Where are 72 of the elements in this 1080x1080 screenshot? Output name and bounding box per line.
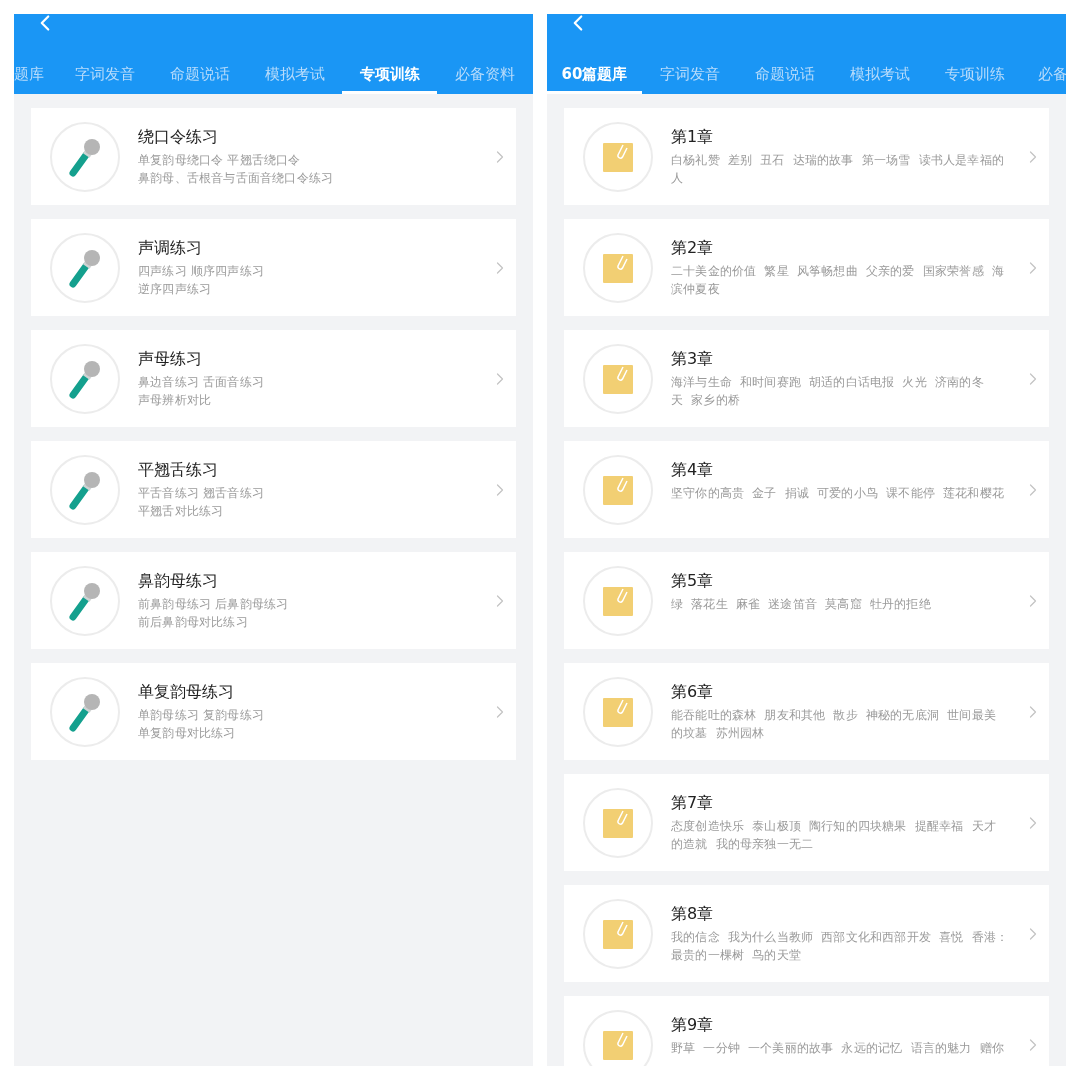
item-description: 海洋与生命 和时间赛跑 胡适的白话电报 火光 济南的冬 bbox=[671, 374, 985, 391]
item-description: 前鼻韵母练习 后鼻韵母练习 bbox=[138, 596, 290, 613]
item-title: 平翘舌练习 bbox=[138, 459, 219, 481]
item-description: 的坟墓 苏州园林 bbox=[671, 725, 766, 742]
item-title: 第4章 bbox=[671, 459, 715, 481]
list-card[interactable]: 第8章 我的信念 我为什么当教师 西部文化和西部开发 喜悦 香港： 最贵的一棵树 鸟的天堂 bbox=[564, 885, 1049, 982]
microphone-icon bbox=[68, 136, 102, 177]
item-description: 的造就 我的母亲独一无二 bbox=[671, 836, 815, 853]
item-description: 最贵的一棵树 鸟的天堂 bbox=[671, 947, 803, 964]
microphone-icon bbox=[68, 580, 102, 621]
item-description: 白杨礼赞 差别 丑石 达瑞的故事 第一场雪 读书人是幸福的 bbox=[671, 152, 1005, 169]
note-with-clip-icon bbox=[603, 918, 633, 949]
microphone-icon bbox=[68, 691, 102, 732]
microphone-icon bbox=[68, 358, 102, 399]
item-title: 鼻韵母练习 bbox=[138, 570, 219, 592]
list-card[interactable]: 平翘舌练习 平舌音练习 翘舌音练习 平翘舌对比练习 bbox=[31, 441, 516, 538]
item-description: 二十美金的价值 繁星 风筝畅想曲 父亲的爱 国家荣誉感 海 bbox=[671, 263, 1005, 280]
list-card[interactable]: 第6章 能吞能吐的森林 朋友和其他 散步 神秘的无底洞 世间最美 的坟墓 苏州园林 bbox=[564, 663, 1049, 760]
item-title: 单复韵母练习 bbox=[138, 681, 235, 703]
note-with-clip-icon bbox=[603, 252, 633, 283]
item-description: 鼻边音练习 舌面音练习 bbox=[138, 374, 265, 391]
item-description: 野草 一分钟 一个美丽的故事 永远的记忆 语言的魅力 赠你 bbox=[671, 1040, 1005, 1057]
list-card[interactable]: 第1章 白杨礼赞 差别 丑石 达瑞的故事 第一场雪 读书人是幸福的 人 bbox=[564, 108, 1049, 205]
item-description: 绿 落花生 麻雀 迷途笛音 莫高窟 牡丹的拒绝 bbox=[671, 596, 932, 613]
item-description: 天 家乡的桥 bbox=[671, 392, 742, 409]
item-description: 单韵母练习 复韵母练习 bbox=[138, 707, 265, 724]
list-card[interactable]: 第3章 海洋与生命 和时间赛跑 胡适的白话电报 火光 济南的冬 天 家乡的桥 bbox=[564, 330, 1049, 427]
list-card[interactable]: 绕口令练习 单复韵母绕口令 平翘舌绕口令 鼻韵母、舌根音与舌面音绕口令练习 bbox=[31, 108, 516, 205]
item-title: 第6章 bbox=[671, 681, 715, 703]
item-description: 坚守你的高贵 金子 捐诚 可爱的小鸟 课不能停 莲花和樱花 bbox=[671, 485, 1005, 502]
microphone-icon bbox=[68, 247, 102, 288]
item-description: 前后鼻韵母对比练习 bbox=[138, 614, 249, 631]
item-title: 声母练习 bbox=[138, 348, 203, 370]
list-card[interactable]: 第9章 野草 一分钟 一个美丽的故事 永远的记忆 语言的魅力 赠你 bbox=[564, 996, 1049, 1066]
item-title: 第5章 bbox=[671, 570, 715, 592]
item-description: 声母辨析对比 bbox=[138, 392, 213, 409]
list-card[interactable]: 第7章 态度创造快乐 泰山极顶 陶行知的四块糖果 提醒幸福 天才 的造就 我的母亲独一无二 bbox=[564, 774, 1049, 871]
item-description: 态度创造快乐 泰山极顶 陶行知的四块糖果 提醒幸福 天才 bbox=[671, 818, 997, 835]
item-title: 第1章 bbox=[671, 126, 715, 148]
item-title: 第7章 bbox=[671, 792, 715, 814]
item-description: 单复韵母绕口令 平翘舌绕口令 bbox=[138, 152, 302, 169]
list-card[interactable]: 声母练习 鼻边音练习 舌面音练习 声母辨析对比 bbox=[31, 330, 516, 427]
item-title: 第8章 bbox=[671, 903, 715, 925]
item-description: 滨仲夏夜 bbox=[671, 281, 721, 298]
note-with-clip-icon bbox=[603, 363, 633, 394]
list-card[interactable]: 第4章 坚守你的高贵 金子 捐诚 可爱的小鸟 课不能停 莲花和樱花 bbox=[564, 441, 1049, 538]
item-description: 四声练习 顺序四声练习 bbox=[138, 263, 265, 280]
note-with-clip-icon bbox=[603, 807, 633, 838]
item-description: 能吞能吐的森林 朋友和其他 散步 神秘的无底洞 世间最美 bbox=[671, 707, 997, 724]
item-description: 我的信念 我为什么当教师 西部文化和西部开发 喜悦 香港： bbox=[671, 929, 1010, 946]
item-description: 逆序四声练习 bbox=[138, 281, 213, 298]
item-title: 绕口令练习 bbox=[138, 126, 219, 148]
list-card[interactable]: 单复韵母练习 单韵母练习 复韵母练习 单复韵母对比练习 bbox=[31, 663, 516, 760]
item-description: 人 bbox=[671, 170, 685, 187]
item-title: 第2章 bbox=[671, 237, 715, 259]
note-with-clip-icon bbox=[603, 1029, 633, 1060]
list-card[interactable]: 鼻韵母练习 前鼻韵母练习 后鼻韵母练习 前后鼻韵母对比练习 bbox=[31, 552, 516, 649]
item-title: 第3章 bbox=[671, 348, 715, 370]
item-description: 鼻韵母、舌根音与舌面音绕口令练习 bbox=[138, 170, 335, 187]
note-with-clip-icon bbox=[603, 141, 633, 172]
item-description: 平翘舌对比练习 bbox=[138, 503, 225, 520]
list-card[interactable]: 第5章 绿 落花生 麻雀 迷途笛音 莫高窟 牡丹的拒绝 bbox=[564, 552, 1049, 649]
note-with-clip-icon bbox=[603, 696, 633, 727]
item-title: 第9章 bbox=[671, 1014, 715, 1036]
note-with-clip-icon bbox=[603, 474, 633, 505]
item-description: 平舌音练习 翘舌音练习 bbox=[138, 485, 265, 502]
note-with-clip-icon bbox=[603, 585, 633, 616]
microphone-icon bbox=[68, 469, 102, 510]
item-description: 单复韵母对比练习 bbox=[138, 725, 237, 742]
list-card[interactable]: 声调练习 四声练习 顺序四声练习 逆序四声练习 bbox=[31, 219, 516, 316]
list-card[interactable]: 第2章 二十美金的价值 繁星 风筝畅想曲 父亲的爱 国家荣誉感 海 滨仲夏夜 bbox=[564, 219, 1049, 316]
item-title: 声调练习 bbox=[138, 237, 203, 259]
